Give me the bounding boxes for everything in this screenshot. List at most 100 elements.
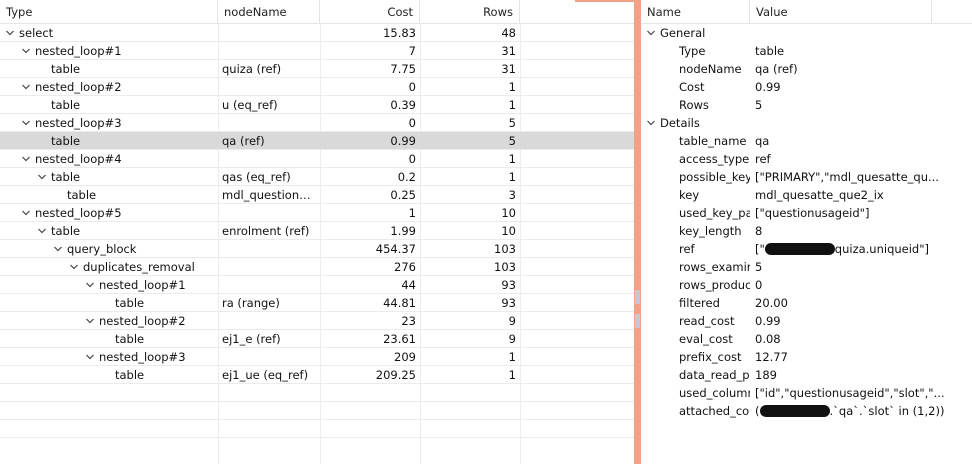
- column-header-nodename[interactable]: nodeName: [218, 0, 320, 24]
- group-label: General: [660, 26, 706, 40]
- property-row[interactable]: key_length 8: [641, 222, 972, 240]
- property-name: Rows: [679, 98, 709, 112]
- property-row[interactable]: possible_keys ["PRIMARY","mdl_quesatte_qu…: [641, 168, 972, 186]
- property-value: table: [755, 42, 967, 60]
- table-row[interactable]: nested_loop#2 23 9: [0, 312, 634, 330]
- table-row[interactable]: table ra (range) 44.81 93: [0, 294, 634, 312]
- table-row[interactable]: table quiza (ref) 7.75 31: [0, 60, 634, 78]
- column-header-cost[interactable]: Cost: [320, 0, 420, 24]
- chevron-down-icon[interactable]: [84, 350, 96, 366]
- table-row[interactable]: table u (eq_ref) 0.39 1: [0, 96, 634, 114]
- chevron-down-icon[interactable]: [20, 206, 32, 222]
- cost-cell: 1.99: [390, 224, 416, 238]
- property-value: ref: [755, 150, 967, 168]
- table-row[interactable]: nested_loop#2 0 1: [0, 78, 634, 96]
- property-row[interactable]: Rows 5: [641, 96, 972, 114]
- rows-cell: 5: [508, 116, 516, 130]
- table-row[interactable]: table enrolment (ref) 1.99 10: [0, 222, 634, 240]
- property-row[interactable]: eval_cost 0.08: [641, 330, 972, 348]
- chevron-down-icon[interactable]: [645, 26, 657, 42]
- property-name: key: [679, 188, 700, 202]
- chevron-down-icon[interactable]: [20, 116, 32, 132]
- column-header-rows[interactable]: Rows: [420, 0, 520, 24]
- chevron-down-icon[interactable]: [52, 242, 64, 258]
- table-row[interactable]: nested_loop#1 44 93: [0, 276, 634, 294]
- value-text: 0: [755, 278, 763, 292]
- plan-tree-header: Type nodeName Cost Rows: [0, 0, 634, 24]
- property-row[interactable]: nodeName qa (ref): [641, 60, 972, 78]
- chevron-down-icon[interactable]: [20, 80, 32, 96]
- property-value: 189: [755, 366, 967, 384]
- table-row[interactable]: nested_loop#4 0 1: [0, 150, 634, 168]
- table-row[interactable]: table qas (eq_ref) 0.2 1: [0, 168, 634, 186]
- splitter-grip[interactable]: [635, 314, 640, 328]
- table-row[interactable]: table ej1_ue (eq_ref) 209.25 1: [0, 366, 634, 384]
- column-header-name[interactable]: Name: [641, 0, 750, 24]
- property-row[interactable]: prefix_cost 12.77: [641, 348, 972, 366]
- property-row[interactable]: read_cost 0.99: [641, 312, 972, 330]
- type-cell: table: [0, 60, 218, 78]
- property-value: 12.77: [755, 348, 967, 366]
- chevron-down-icon[interactable]: [68, 260, 80, 276]
- property-row[interactable]: rows_examine 5: [641, 258, 972, 276]
- property-row[interactable]: used_key_par ["questionusageid"]: [641, 204, 972, 222]
- nodename-cell: enrolment (ref): [222, 224, 310, 238]
- type-cell: nested_loop#4: [0, 150, 218, 168]
- value-prefix: (: [755, 404, 760, 418]
- properties-rows: General Type table nodeName qa (ref) Cost 0.99…: [641, 24, 972, 420]
- table-row[interactable]: nested_loop#5 1 10: [0, 204, 634, 222]
- property-name: attached_con: [679, 404, 750, 418]
- property-row[interactable]: access_type ref: [641, 150, 972, 168]
- table-row[interactable]: query_block 454.37 103: [0, 240, 634, 258]
- property-row[interactable]: rows_produce 0: [641, 276, 972, 294]
- property-row[interactable]: attached_con (.`qa`.`slot` in (1,2)): [641, 402, 972, 420]
- chevron-down-icon[interactable]: [20, 44, 32, 60]
- table-row[interactable]: nested_loop#3 209 1: [0, 348, 634, 366]
- panel-splitter[interactable]: [634, 0, 641, 464]
- property-group[interactable]: General: [641, 24, 972, 42]
- property-row[interactable]: ref [" quiza.uniqueid"]: [641, 240, 972, 258]
- column-header-value[interactable]: Value: [750, 0, 932, 24]
- table-row[interactable]: nested_loop#3 0 5: [0, 114, 634, 132]
- chevron-down-icon[interactable]: [84, 314, 96, 330]
- type-cell: query_block: [0, 240, 218, 258]
- chevron-down-icon[interactable]: [645, 116, 657, 132]
- chevron-down-icon[interactable]: [4, 26, 16, 42]
- property-row[interactable]: Cost 0.99: [641, 78, 972, 96]
- property-name: read_cost: [679, 314, 735, 328]
- property-value: [" quiza.uniqueid"]: [755, 240, 967, 258]
- empty-row: [0, 384, 634, 402]
- chevron-down-icon[interactable]: [84, 278, 96, 294]
- property-row[interactable]: data_read_per 189: [641, 366, 972, 384]
- type-cell: nested_loop#1: [0, 276, 218, 294]
- table-row[interactable]: nested_loop#1 7 31: [0, 42, 634, 60]
- property-row[interactable]: table_name qa: [641, 132, 972, 150]
- column-header-type[interactable]: Type: [0, 0, 218, 24]
- nodename-cell: ej1_ue (eq_ref): [222, 368, 309, 382]
- chevron-down-icon[interactable]: [36, 224, 48, 240]
- property-name: prefix_cost: [679, 350, 742, 364]
- property-group[interactable]: Details: [641, 114, 972, 132]
- value-text: 5: [755, 98, 763, 112]
- chevron-down-icon[interactable]: [20, 152, 32, 168]
- property-row[interactable]: used_column ["id","questionusageid","slot…: [641, 384, 972, 402]
- nodename-cell: [218, 312, 320, 330]
- property-name: used_column: [679, 386, 750, 400]
- table-row[interactable]: table qa (ref) 0.99 5: [0, 132, 634, 150]
- table-row[interactable]: table mdl_question_a... 0.25 3: [0, 186, 634, 204]
- chevron-down-icon[interactable]: [36, 170, 48, 186]
- property-name: Cost: [679, 80, 705, 94]
- nodename-cell: [218, 24, 320, 42]
- table-row[interactable]: table ej1_e (ref) 23.61 9: [0, 330, 634, 348]
- property-row[interactable]: filtered 20.00: [641, 294, 972, 312]
- property-name: key_length: [679, 224, 742, 238]
- nodename-cell: quiza (ref): [222, 62, 282, 76]
- table-row[interactable]: select 15.83 48: [0, 24, 634, 42]
- table-row[interactable]: duplicates_removal 276 103: [0, 258, 634, 276]
- type-cell: table: [0, 366, 218, 384]
- splitter-grip[interactable]: [635, 290, 640, 304]
- row-type-label: table: [51, 134, 81, 148]
- property-row[interactable]: key mdl_quesatte_que2_ix: [641, 186, 972, 204]
- property-row[interactable]: Type table: [641, 42, 972, 60]
- rows-cell: 9: [508, 314, 516, 328]
